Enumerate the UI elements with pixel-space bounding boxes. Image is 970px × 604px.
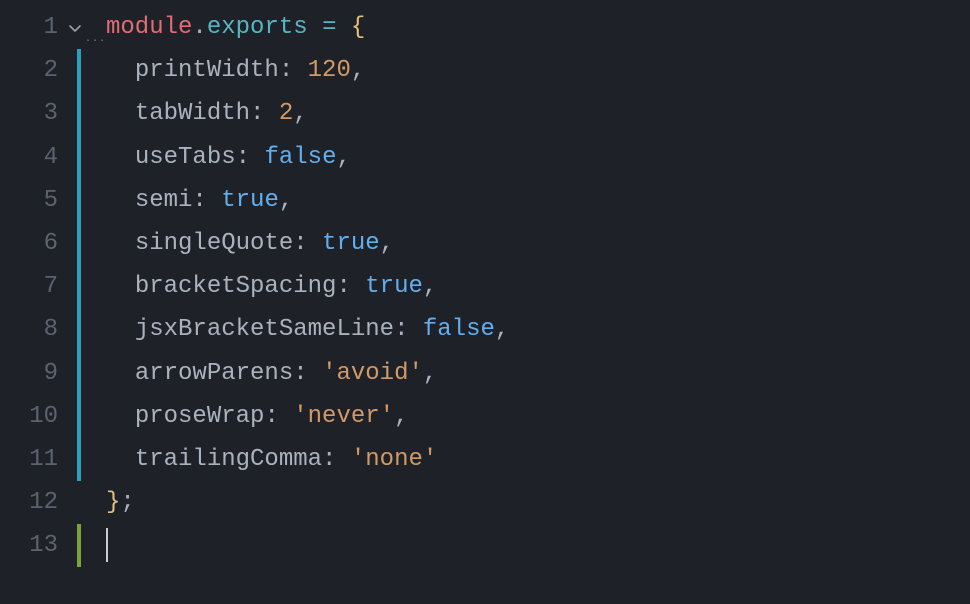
code-line[interactable]: singleQuote: true, [106, 222, 970, 265]
code-line[interactable]: arrowParens: 'avoid', [106, 352, 970, 395]
token-key: tabWidth [135, 100, 250, 127]
change-indicator [77, 265, 81, 308]
code-line[interactable]: bracketSpacing: true, [106, 265, 970, 308]
change-indicator [77, 438, 81, 481]
line-number: 1 ··· [0, 6, 72, 49]
code-line[interactable]: }; [106, 481, 970, 524]
line-number: 6 [0, 222, 72, 265]
token-operator: = [322, 14, 336, 41]
code-editor[interactable]: 1 ··· 2 3 4 5 6 7 8 9 10 11 12 13 [0, 0, 970, 604]
token-boolean: true [322, 230, 380, 257]
line-number: 5 [0, 179, 72, 222]
token-number: 120 [308, 57, 351, 84]
token-boolean: true [365, 273, 423, 300]
token-punct: . [192, 14, 206, 41]
token-brace: } [106, 489, 120, 516]
code-line[interactable]: jsxBracketSameLine: false, [106, 308, 970, 351]
change-indicator [77, 92, 81, 135]
change-indicator [77, 481, 81, 524]
token-key: semi [135, 187, 193, 214]
code-line[interactable]: semi: true, [106, 179, 970, 222]
token-property: exports [207, 14, 308, 41]
token-identifier: module [106, 14, 192, 41]
token-key: singleQuote [135, 230, 293, 257]
line-number: 8 [0, 308, 72, 351]
line-number: 2 [0, 49, 72, 92]
code-line[interactable]: printWidth: 120, [106, 49, 970, 92]
code-line[interactable]: module.exports = { [106, 6, 970, 49]
change-indicator [77, 524, 81, 567]
line-number: 13 [0, 524, 72, 567]
change-indicator [77, 49, 81, 92]
token-key: bracketSpacing [135, 273, 337, 300]
token-key: trailingComma [135, 446, 322, 473]
line-number: 9 [0, 352, 72, 395]
line-number: 11 [0, 438, 72, 481]
line-number: 4 [0, 136, 72, 179]
code-line[interactable]: trailingComma: 'none' [106, 438, 970, 481]
token-string: 'never' [293, 403, 394, 430]
token-string: 'none' [351, 446, 437, 473]
change-indicator [77, 222, 81, 265]
token-brace: { [351, 14, 365, 41]
token-key: proseWrap [135, 403, 265, 430]
code-line[interactable]: useTabs: false, [106, 136, 970, 179]
change-indicator [77, 136, 81, 179]
token-key: arrowParens [135, 360, 293, 387]
token-string: 'avoid' [322, 360, 423, 387]
token-key: printWidth [135, 57, 279, 84]
code-line[interactable] [106, 524, 970, 567]
token-number: 2 [279, 100, 293, 127]
line-number-text: 1 [44, 14, 58, 41]
change-indicator [77, 395, 81, 438]
token-boolean: true [221, 187, 279, 214]
token-key: jsxBracketSameLine [135, 316, 394, 343]
line-number: 12 [0, 481, 72, 524]
line-number: 10 [0, 395, 72, 438]
change-indicator [77, 352, 81, 395]
change-indicator [77, 179, 81, 222]
code-area[interactable]: module.exports = { printWidth: 120, tabW… [82, 0, 970, 604]
line-number: 3 [0, 92, 72, 135]
token-key: useTabs [135, 144, 236, 171]
cursor-icon [106, 528, 108, 562]
line-number: 7 [0, 265, 72, 308]
code-line[interactable]: tabWidth: 2, [106, 92, 970, 135]
change-indicator [77, 308, 81, 351]
gutter: 1 ··· 2 3 4 5 6 7 8 9 10 11 12 13 [0, 0, 72, 604]
code-line[interactable]: proseWrap: 'never', [106, 395, 970, 438]
token-boolean: false [423, 316, 495, 343]
token-boolean: false [264, 144, 336, 171]
